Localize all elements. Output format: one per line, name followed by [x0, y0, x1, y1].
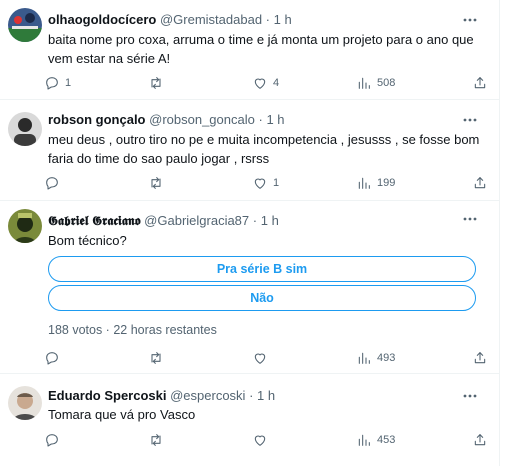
views-count: 453: [377, 434, 396, 446]
tweet[interactable]: Eduardo Spercoski @espercoski · 1 h Toma…: [0, 374, 500, 466]
author-handle[interactable]: @espercoski: [170, 388, 245, 403]
views-button[interactable]: 453: [356, 430, 395, 450]
like-count: 4: [273, 77, 280, 89]
reply-thread: olhaogoldocícero @Gremistadabad · 1 h ba…: [0, 0, 500, 466]
share-icon: [474, 352, 486, 364]
like-button[interactable]: 4: [252, 73, 279, 93]
author-name[interactable]: 𝕲𝖆𝖇𝖗𝖎𝖊𝖑 𝕲𝖗𝖆𝖈𝖎𝖆𝖓𝖔: [48, 213, 141, 228]
separator-dot: ·: [258, 112, 263, 127]
views-button[interactable]: 493: [356, 348, 395, 368]
heart-icon: [254, 78, 266, 89]
views-count: 199: [377, 177, 396, 189]
more-options-icon[interactable]: [462, 12, 478, 28]
reply-button[interactable]: 1: [44, 73, 71, 93]
like-button[interactable]: 1: [252, 173, 279, 193]
like-button[interactable]: [252, 348, 273, 368]
reply-button[interactable]: [44, 173, 65, 193]
share-icon: [474, 177, 486, 189]
share-button[interactable]: [472, 173, 488, 193]
views-count: 493: [377, 352, 396, 364]
timestamp[interactable]: 1 h: [274, 12, 292, 27]
avatar[interactable]: [8, 209, 42, 243]
more-options-icon[interactable]: [462, 388, 478, 404]
tweet-text: meu deus , outro tiro no pe e muita inco…: [48, 132, 480, 166]
reply-button[interactable]: [44, 348, 65, 368]
tweet-text: baita nome pro coxa, arruma o time e já …: [48, 32, 474, 66]
separator-dot: ·: [265, 12, 271, 27]
retweet-button[interactable]: [148, 173, 169, 193]
separator-dot: ·: [252, 213, 258, 228]
author-handle[interactable]: @robson_goncalo: [149, 112, 255, 127]
share-button[interactable]: [472, 430, 488, 450]
reply-icon: [46, 352, 58, 365]
views-button[interactable]: 199: [356, 173, 395, 193]
views-icon: [358, 77, 370, 89]
author-name[interactable]: olhaogoldocícero: [48, 12, 156, 27]
more-options-icon[interactable]: [462, 211, 478, 227]
timestamp[interactable]: 1 h: [257, 388, 275, 403]
views-icon: [358, 177, 370, 189]
retweet-icon: [151, 352, 161, 364]
author-name[interactable]: robson gonçalo: [48, 112, 146, 127]
heart-icon: [254, 178, 266, 189]
tweet[interactable]: olhaogoldocícero @Gremistadabad · 1 h ba…: [0, 0, 500, 100]
views-icon: [358, 352, 370, 364]
like-button[interactable]: [252, 430, 273, 450]
tweet-text: Tomara que vá pro Vasco: [48, 407, 196, 422]
tweet-actions: 453: [44, 430, 486, 450]
avatar[interactable]: [8, 8, 42, 42]
retweet-button[interactable]: [148, 430, 169, 450]
views-icon: [358, 434, 370, 446]
poll-option-2[interactable]: Não: [48, 285, 476, 311]
tweet[interactable]: 𝕲𝖆𝖇𝖗𝖎𝖊𝖑 𝕲𝖗𝖆𝖈𝖎𝖆𝖓𝖔 @Gabrielgracia87 · 1 h …: [0, 201, 500, 374]
tweet-header: Eduardo Spercoski @espercoski · 1 h: [48, 388, 275, 404]
timestamp[interactable]: 1 h: [266, 112, 284, 127]
retweet-button[interactable]: [148, 73, 169, 93]
like-count: 1: [273, 177, 280, 189]
separator-dot: ·: [249, 388, 254, 403]
tweet[interactable]: robson gonçalo @robson_goncalo · 1 h meu…: [0, 100, 500, 201]
reply-icon: [46, 177, 58, 190]
heart-icon: [254, 353, 266, 364]
share-button[interactable]: [472, 348, 488, 368]
retweet-icon: [151, 77, 161, 89]
reply-icon: [46, 434, 58, 447]
retweet-button[interactable]: [148, 348, 169, 368]
share-icon: [474, 434, 486, 446]
tweet-actions: 1 199: [44, 173, 486, 193]
reply-count: 1: [65, 77, 72, 89]
tweet-header: olhaogoldocícero @Gremistadabad · 1 h: [48, 12, 292, 28]
author-handle[interactable]: @Gabrielgracia87: [144, 213, 249, 228]
views-button[interactable]: 508: [356, 73, 395, 93]
avatar[interactable]: [8, 112, 42, 146]
tweet-header: 𝕲𝖆𝖇𝖗𝖎𝖊𝖑 𝕲𝖗𝖆𝖈𝖎𝖆𝖓𝖔 @Gabrielgracia87 · 1 h: [48, 213, 279, 229]
tweet-text: Bom técnico?: [48, 233, 127, 248]
heart-icon: [254, 435, 266, 446]
views-count: 508: [377, 77, 396, 89]
author-handle[interactable]: @Gremistadabad: [160, 12, 262, 27]
more-options-icon[interactable]: [462, 112, 478, 128]
avatar[interactable]: [8, 386, 42, 420]
retweet-icon: [151, 434, 161, 446]
tweet-actions: 493: [44, 348, 486, 368]
poll-option-1[interactable]: Pra série B sim: [48, 256, 476, 282]
tweet-actions: 1 4 508: [44, 73, 486, 93]
tweet-header: robson gonçalo @robson_goncalo · 1 h: [48, 112, 285, 128]
retweet-icon: [151, 177, 161, 189]
share-icon: [474, 77, 486, 89]
reply-icon: [46, 77, 58, 90]
timestamp[interactable]: 1 h: [261, 213, 279, 228]
share-button[interactable]: [472, 73, 488, 93]
reply-button[interactable]: [44, 430, 65, 450]
poll-meta: 188 votos · 22 horas restantes: [48, 323, 217, 337]
author-name[interactable]: Eduardo Spercoski: [48, 388, 166, 403]
